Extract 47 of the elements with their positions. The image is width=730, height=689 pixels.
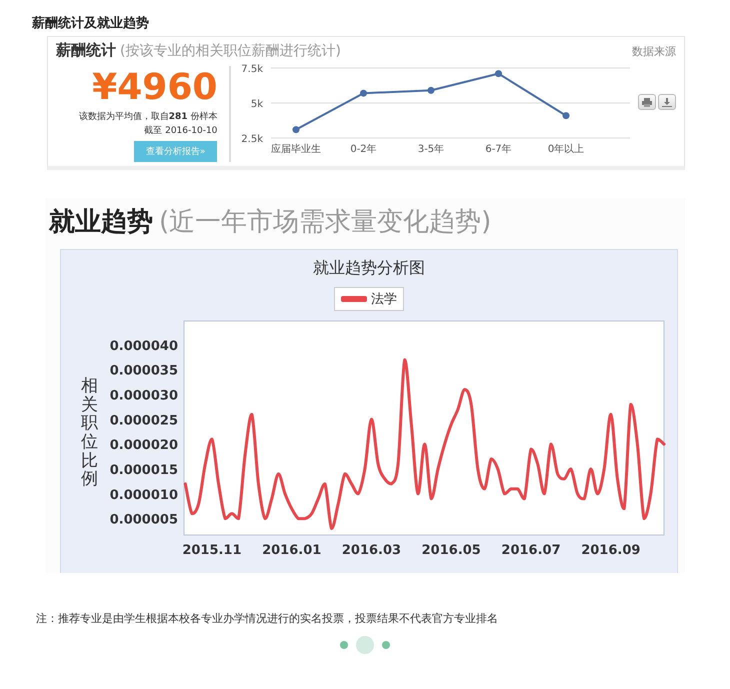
download-icon[interactable] — [658, 94, 676, 110]
y-axis-title: 相关职位比例 — [81, 377, 98, 490]
data-point — [562, 112, 570, 120]
report-button[interactable]: 查看分析报告» — [134, 141, 218, 162]
card-title: 薪酬统计 — [56, 41, 116, 60]
legend-swatch — [341, 295, 367, 303]
axis-label: 7.5k — [242, 64, 264, 75]
section-heading: 薪酬统计及就业趋势 — [31, 14, 150, 33]
source-label: 数据来源 — [632, 44, 676, 59]
sample-note: 该数据为平均值，取自281 份样本 — [78, 110, 218, 124]
axis-label: 2016.07 — [501, 543, 561, 558]
axis-label: 2015.11 — [182, 543, 242, 558]
axis-label: 0年以上 — [548, 144, 585, 155]
axis-label: 0.000020 — [110, 438, 178, 454]
trend-title: 就业趋势 — [49, 206, 153, 239]
pager-dot[interactable] — [382, 641, 390, 649]
axis-label: 6-7年 — [486, 144, 512, 155]
axis-label: 0-2年 — [350, 144, 378, 155]
axis-label: 0.000025 — [110, 413, 178, 428]
trend-subtitle: (近一年市场需求量变化趋势) — [159, 206, 492, 239]
legend-label: 法学 — [371, 291, 397, 308]
print-icon[interactable] — [638, 94, 656, 110]
axis-label: 3-5年 — [418, 144, 445, 155]
axis-label: 应届毕业生 — [271, 144, 322, 155]
footnote: 注：推荐专业是由学生根据本校各专业办学情况进行的实名投票，投票结果不代表官方专业排名 — [35, 611, 499, 626]
axis-label: 2016.05 — [422, 543, 481, 558]
axis-label: 0.000010 — [110, 488, 178, 503]
pager-dot[interactable] — [340, 641, 348, 649]
axis-label: 2016.01 — [262, 543, 322, 558]
salary-amount: ¥4960 — [92, 66, 218, 110]
axis-label: 0.000015 — [110, 462, 178, 478]
card-subtitle: (按该专业的相关职位薪酬进行统计) — [120, 42, 341, 60]
axis-label: 0.000030 — [110, 388, 178, 404]
axis-label: 0.000035 — [110, 364, 178, 379]
axis-label: 0.000005 — [110, 512, 178, 528]
pager-dot[interactable] — [356, 636, 374, 654]
date-note: 截至 2016-10-10 — [144, 124, 218, 138]
data-point — [428, 86, 435, 94]
data-point — [495, 70, 502, 78]
data-point — [360, 90, 368, 97]
chart-title: 就业趋势分析图 — [313, 258, 425, 279]
axis-label: 0.000040 — [110, 338, 178, 354]
axis-label: 2.5k — [242, 134, 264, 145]
axis-label: 2016.03 — [342, 543, 402, 558]
data-point — [292, 126, 300, 134]
axis-label: 2016.09 — [581, 543, 640, 558]
axis-label: 5k — [251, 99, 264, 110]
